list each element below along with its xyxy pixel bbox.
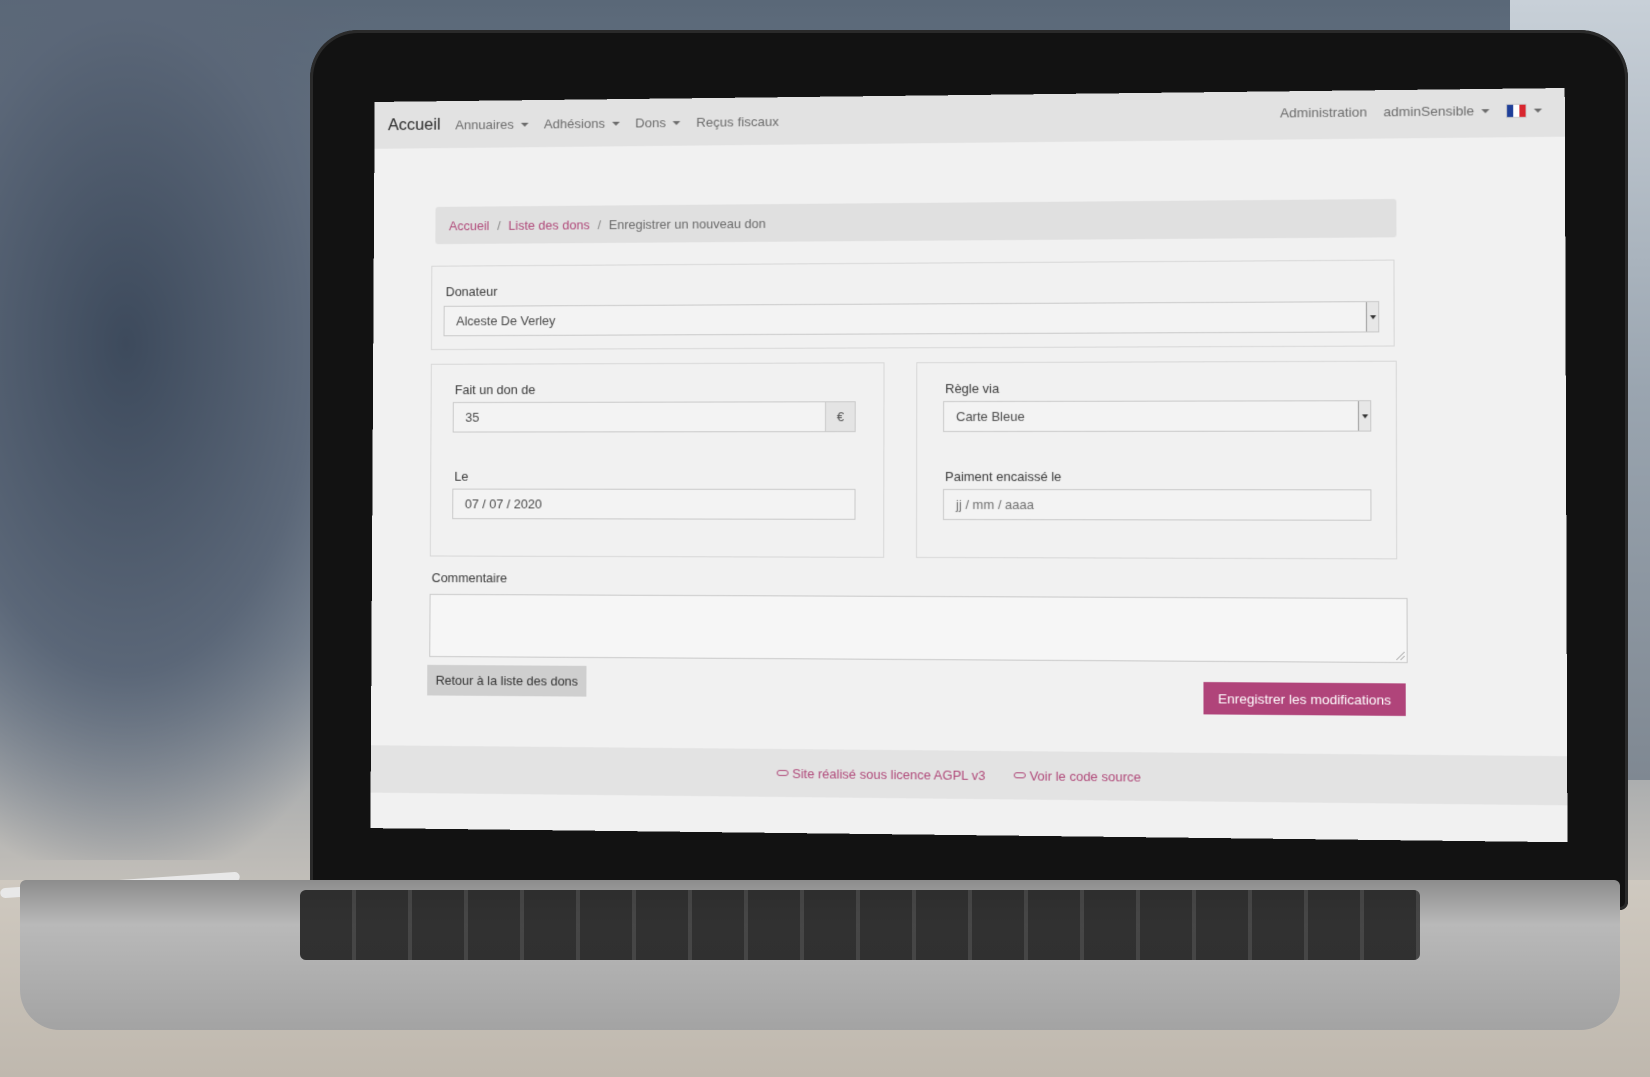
- payment-method-select[interactable]: Carte Bleue: [943, 400, 1372, 433]
- cashed-date-placeholder: jj / mm / aaaa: [955, 497, 1035, 513]
- nav-item-administration[interactable]: Administration: [1280, 104, 1367, 120]
- payment-card: Règle via Carte Bleue Paiment encaissé l…: [916, 360, 1398, 560]
- date-label: Le: [454, 468, 469, 484]
- comment-textarea[interactable]: [429, 593, 1408, 664]
- nav-right: Administration adminSensible: [1280, 102, 1543, 120]
- footer: Site réalisé sous licence AGPL v3 Voir l…: [370, 745, 1568, 806]
- chevron-down-icon: [520, 122, 529, 127]
- breadcrumb-current: Enregistrer un nouveau don: [608, 215, 766, 232]
- comment-label: Commentaire: [431, 570, 508, 586]
- nav-item-label: Dons: [635, 115, 667, 131]
- nav-menu: Annuaires Adhésions Dons Reçus fiscaux: [455, 114, 779, 132]
- breadcrumb-separator: /: [597, 216, 602, 232]
- payment-method-label: Règle via: [945, 380, 1000, 397]
- laptop-keyboard: [300, 890, 1420, 960]
- license-link[interactable]: Site réalisé sous licence AGPL v3: [776, 765, 986, 783]
- chevron-down-icon: [611, 121, 620, 126]
- date-input[interactable]: 07 / 07 / 2020: [452, 488, 856, 520]
- amount-label: Fait un don de: [454, 382, 536, 398]
- amount-value: 35: [465, 409, 480, 425]
- donor-select[interactable]: Alceste De Verley: [443, 301, 1380, 337]
- nav-item-label: Annuaires: [455, 117, 514, 133]
- flag-fr-icon: [1505, 103, 1527, 118]
- nav-item-dons[interactable]: Dons: [635, 115, 681, 131]
- save-button[interactable]: Enregistrer les modifications: [1203, 682, 1406, 716]
- donor-value: Alceste De Verley: [456, 313, 556, 329]
- nav-item-annuaires[interactable]: Annuaires: [455, 117, 529, 133]
- breadcrumb: Accueil / Liste des dons / Enregistrer u…: [435, 198, 1397, 245]
- source-code-link[interactable]: Voir le code source: [1013, 768, 1141, 784]
- cashed-date-input[interactable]: jj / mm / aaaa: [942, 488, 1372, 521]
- donor-card: Donateur Alceste De Verley: [430, 259, 1395, 351]
- nav-item-adhesions[interactable]: Adhésions: [543, 115, 620, 132]
- source-code-link-label: Voir le code source: [1029, 767, 1141, 785]
- amount-card: Fait un don de 35 € Le 07 / 07 / 2020: [429, 362, 885, 558]
- chevron-down-icon: [672, 120, 681, 125]
- chevron-down-icon: [1533, 108, 1543, 113]
- language-menu[interactable]: [1505, 103, 1543, 118]
- link-icon: [1013, 772, 1026, 779]
- nav-item-recus-fiscaux[interactable]: Reçus fiscaux: [696, 114, 778, 130]
- amount-input[interactable]: 35 €: [452, 401, 856, 433]
- navbar-brand[interactable]: Accueil: [388, 115, 441, 135]
- donor-label: Donateur: [445, 283, 498, 299]
- date-value: 07 / 07 / 2020: [464, 496, 542, 512]
- chevron-down-icon: [1357, 401, 1371, 431]
- nav-item-label: Reçus fiscaux: [696, 114, 779, 130]
- laptop-screen: Accueil Annuaires Adhésions Dons Reçus f…: [370, 88, 1568, 843]
- euro-addon: €: [824, 402, 855, 432]
- payment-method-value: Carte Bleue: [956, 408, 1025, 425]
- license-link-label: Site réalisé sous licence AGPL v3: [792, 765, 986, 783]
- nav-item-label: Adhésions: [543, 115, 606, 132]
- chevron-down-icon: [1365, 302, 1379, 332]
- chevron-down-icon: [1481, 108, 1490, 113]
- breadcrumb-home[interactable]: Accueil: [449, 218, 490, 233]
- breadcrumb-list[interactable]: Liste des dons: [508, 217, 589, 232]
- cashed-date-label: Paiment encaissé le: [945, 468, 1062, 485]
- user-name: adminSensible: [1383, 103, 1475, 120]
- back-to-list-button[interactable]: Retour à la liste des dons: [427, 664, 587, 697]
- breadcrumb-separator: /: [497, 217, 501, 233]
- user-menu[interactable]: adminSensible: [1383, 103, 1490, 120]
- link-icon: [776, 769, 789, 777]
